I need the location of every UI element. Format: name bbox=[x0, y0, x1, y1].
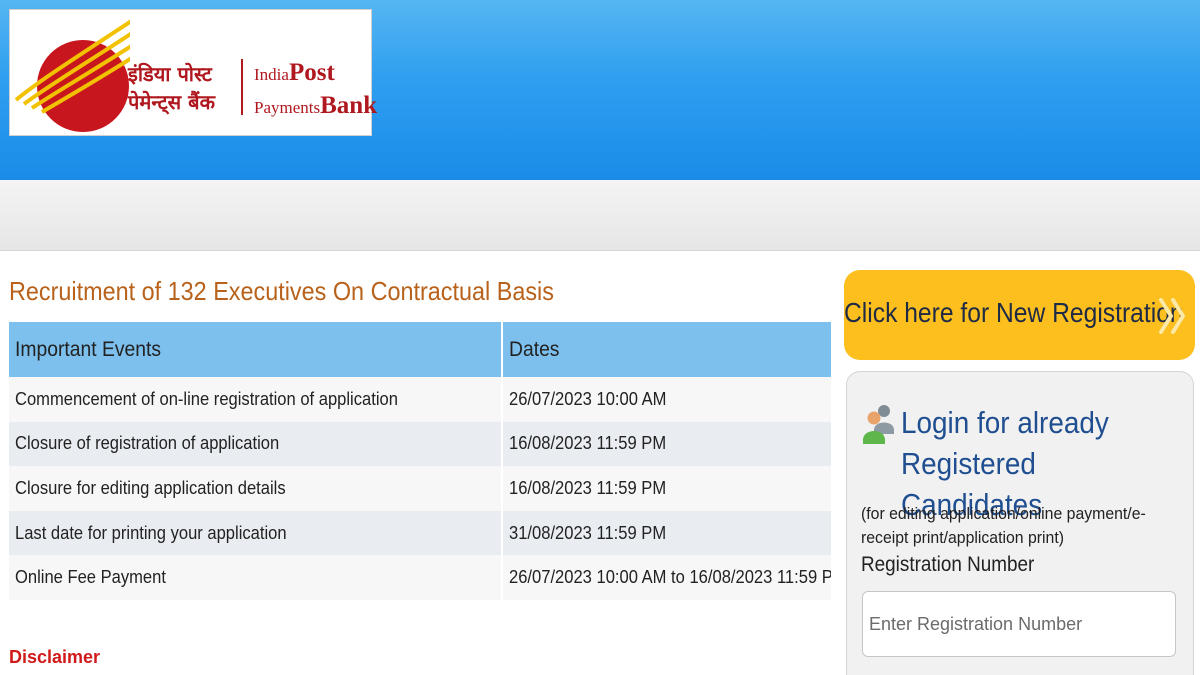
table-row: Closure of registration of application 1… bbox=[9, 421, 833, 467]
new-registration-button[interactable]: Click here for New Registration bbox=[844, 270, 1195, 360]
registration-number-label: Registration Number bbox=[861, 553, 1035, 576]
table-header-row: Important Events Dates bbox=[9, 322, 833, 377]
double-chevron-right-icon bbox=[1159, 298, 1185, 334]
new-registration-label: Click here for New Registration bbox=[844, 297, 1184, 328]
users-icon bbox=[863, 405, 894, 444]
important-events-table: Important Events Dates Commencement of o… bbox=[9, 322, 833, 600]
page-title: Recruitment of 132 Executives On Contrac… bbox=[9, 276, 554, 306]
column-header-events: Important Events bbox=[9, 322, 503, 377]
date-cell: 31/08/2023 11:59 PM bbox=[502, 510, 833, 556]
ippb-logo[interactable]: इंडिया पोस्ट पेमेन्ट्स बैंक IndiaPost Pa… bbox=[9, 9, 377, 136]
ippb-emblem-icon bbox=[14, 19, 130, 132]
date-cell: 26/07/2023 10:00 AM bbox=[502, 377, 833, 422]
table-row: Commencement of on-line registration of … bbox=[9, 377, 833, 422]
event-cell: Last date for printing your application bbox=[9, 510, 503, 556]
date-cell: 26/07/2023 10:00 AM to 16/08/2023 11:59 … bbox=[502, 555, 833, 600]
site-header: इंडिया पोस्ट पेमेन्ट्स बैंक IndiaPost Pa… bbox=[0, 0, 1200, 180]
nav-strip bbox=[0, 180, 1200, 251]
table-row: Closure for editing application details … bbox=[9, 466, 833, 511]
table-row: Last date for printing your application … bbox=[9, 510, 833, 556]
registration-number-input[interactable] bbox=[862, 591, 1176, 657]
table-row: Online Fee Payment 26/07/2023 10:00 AM t… bbox=[9, 555, 833, 600]
event-cell: Closure of registration of application bbox=[9, 421, 503, 467]
event-cell: Online Fee Payment bbox=[9, 555, 503, 600]
date-cell: 16/08/2023 11:59 PM bbox=[502, 466, 833, 511]
event-cell: Commencement of on-line registration of … bbox=[9, 377, 503, 422]
login-subtitle: (for editing application/online payment/… bbox=[861, 504, 1146, 547]
disclaimer-link[interactable]: Disclaimer bbox=[9, 647, 100, 668]
logo-english-text: IndiaPost PaymentsBank bbox=[254, 59, 378, 119]
event-cell: Closure for editing application details bbox=[9, 466, 503, 511]
logo-divider bbox=[241, 59, 243, 115]
column-header-dates: Dates bbox=[502, 322, 833, 377]
date-cell: 16/08/2023 11:59 PM bbox=[502, 421, 833, 467]
logo-hindi-text: इंडिया पोस्ट पेमेन्ट्स बैंक bbox=[128, 62, 215, 114]
